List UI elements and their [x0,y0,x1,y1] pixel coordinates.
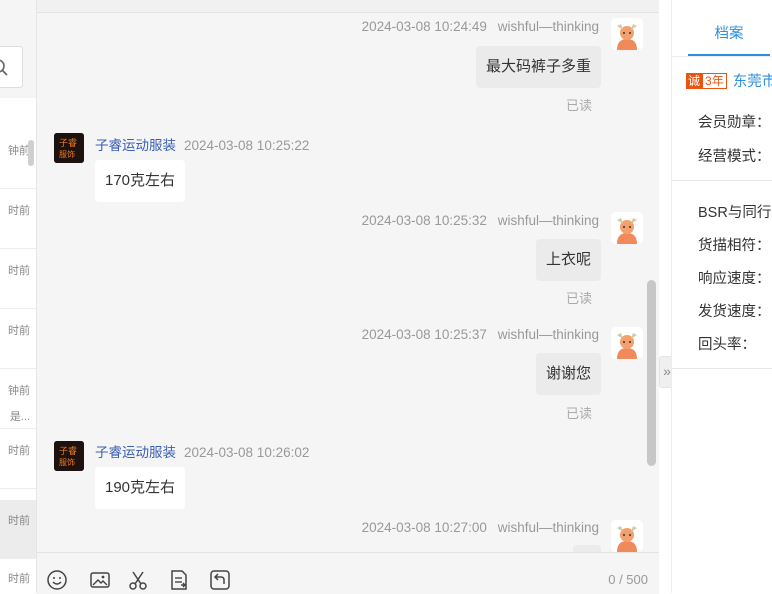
svg-text:子睿: 子睿 [59,137,77,149]
message-meta: 2024-03-08 10:27:00 wishful—thinking [362,520,599,535]
conversation-item[interactable]: 时前 [0,250,36,309]
shop-avatar-icon: 子睿 服饰 [54,133,84,163]
conversation-time: 钟前 [8,385,30,397]
conversation-time: 时前 [8,205,30,217]
message-sender: wishful—thinking [497,327,599,342]
image-icon[interactable] [89,569,111,591]
message-bubble-partial[interactable] [573,545,601,552]
conversation-time: 时前 [8,325,30,337]
message-time: 2024-03-08 10:25:37 [361,327,487,342]
quick-reply-icon[interactable] [209,569,231,591]
message-bubble[interactable]: 最大码裤子多重 [475,46,601,88]
shop-name[interactable]: 子睿运动服装 [95,138,176,153]
emoji-icon[interactable] [46,569,68,591]
user-avatar-icon [611,520,643,552]
conversation-time: 时前 [8,445,30,457]
conversation-time: 钟前 [8,145,30,157]
field-repeat-rate: 回头率： [698,337,756,353]
svg-text:子睿: 子睿 [59,445,77,457]
divider-line [672,180,772,181]
shop-avatar-icon: 子睿 服饰 [54,441,84,471]
message-meta: 子睿运动服装 2024-03-08 10:25:22 [95,134,309,154]
conversation-time: 时前 [8,515,30,527]
chat-top-border [37,0,659,13]
message-time: 2024-03-08 10:25:32 [361,213,487,228]
search-icon[interactable] [0,57,12,77]
read-status: 已读 [565,406,592,421]
read-status: 已读 [565,291,592,306]
tab-underline [672,56,772,57]
field-shipping-speed: 发货速度： [698,304,771,320]
field-response-speed: 响应速度： [698,271,771,287]
field-member-medal: 会员勋章： [698,115,771,131]
message-sender: wishful—thinking [497,213,599,228]
read-status: 已读 [565,98,592,113]
seller-city-link[interactable]: 东莞市 [733,74,772,90]
shop-name[interactable]: 子睿运动服装 [95,445,176,460]
conversation-list: 钟前 时前 时前 时前 钟前 是... 时前 时前 时前 [0,98,36,593]
input-toolbar: 0 / 500 [37,552,659,594]
message-meta: 子睿运动服装 2024-03-08 10:26:02 [95,441,309,461]
svg-text:服饰: 服饰 [59,457,75,467]
conversation-time: 时前 [8,573,30,585]
conversation-item[interactable]: 时前 [0,190,36,249]
chat-messages-area: 2024-03-08 10:24:49 wishful—thinking 最大码… [37,0,659,552]
char-counter: 0 / 500 [608,572,648,587]
screenshot-scissors-icon[interactable] [127,569,149,591]
user-avatar-icon [611,212,643,244]
message-meta: 2024-03-08 10:24:49 wishful—thinking [362,19,599,34]
message-bubble[interactable]: 上衣呢 [535,239,601,281]
message-bubble[interactable]: 谢谢您 [535,353,601,395]
divider-line [672,368,772,369]
search-box[interactable] [0,46,23,88]
field-bsr-comparison: BSR与同行均 [698,205,772,221]
conversation-list-panel: 钟前 时前 时前 时前 钟前 是... 时前 时前 时前 [0,0,37,593]
conversation-item[interactable]: 时前 [0,310,36,369]
order-document-icon[interactable] [168,569,190,591]
conversation-preview: 是... [9,411,30,423]
user-avatar-icon [611,327,643,359]
double-chevron-right-icon: » [663,363,671,379]
conversation-item-selected[interactable]: 时前 [0,500,36,559]
message-time: 2024-03-08 10:27:00 [361,520,487,535]
tab-profile[interactable]: 档案 [688,14,770,56]
message-meta: 2024-03-08 10:25:37 wishful—thinking [362,327,599,342]
message-meta: 2024-03-08 10:25:32 wishful—thinking [362,213,599,228]
conversation-item[interactable]: 时前 [0,558,36,593]
message-sender: wishful—thinking [497,520,599,535]
seller-badge-row: 诚 3年 东莞市 [686,70,772,91]
field-business-model: 经营模式： [698,149,771,165]
conversation-time: 时前 [8,265,30,277]
message-bubble[interactable]: 190克左右 [95,467,186,509]
profile-panel: 档案 诚3年东莞市 会员勋章： 经营模式： BSR与同行均 货描相符： 响应速度… [671,0,772,593]
svg-text:服饰: 服饰 [59,149,75,159]
message-time: 2024-03-08 10:24:49 [361,19,487,34]
message-sender: wishful—thinking [497,19,599,34]
message-bubble[interactable]: 170克左右 [95,160,186,202]
conversation-item[interactable]: 钟前 是... [0,370,36,429]
chat-scrollbar[interactable] [647,280,656,466]
panel-divider [659,0,671,593]
message-time: 2024-03-08 10:25:22 [184,138,310,153]
message-time: 2024-03-08 10:26:02 [184,445,310,460]
conversation-item[interactable]: 时前 [0,430,36,489]
user-avatar-icon [611,18,643,50]
list-scrollbar[interactable] [28,140,34,166]
cheng-xin-badge: 诚 3年 [686,72,727,89]
field-description-match: 货描相符： [698,238,771,254]
